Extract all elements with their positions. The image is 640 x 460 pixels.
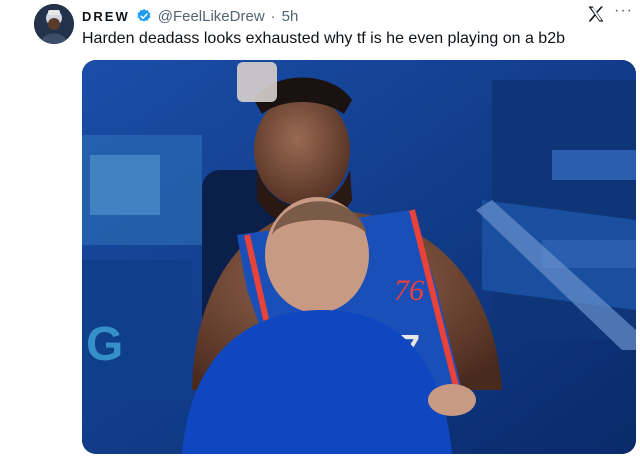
user-handle[interactable]: @FeelLikeDrew	[158, 8, 265, 25]
separator-dot: ·	[270, 7, 276, 25]
tweet-text: Harden deadass looks exhausted why tf is…	[82, 30, 565, 47]
svg-text:G: G	[86, 318, 123, 371]
verified-badge-icon	[136, 8, 152, 24]
tweet-media-photo[interactable]: G 76 7	[82, 60, 636, 454]
avatar-image	[34, 4, 74, 44]
tweet-header: DREW @FeelLikeDrew · 5h	[82, 6, 298, 26]
photo-media: G 76 7	[82, 60, 636, 454]
more-options-icon[interactable]: ···	[614, 2, 633, 20]
tweet-card[interactable]: DREW @FeelLikeDrew · 5h ··· Harden deada…	[0, 0, 640, 460]
display-name[interactable]: DREW	[82, 9, 130, 24]
avatar[interactable]	[34, 4, 74, 44]
x-logo-icon[interactable]	[586, 4, 606, 24]
timestamp[interactable]: 5h	[282, 8, 299, 25]
jersey-wordmark: 76	[394, 274, 424, 307]
